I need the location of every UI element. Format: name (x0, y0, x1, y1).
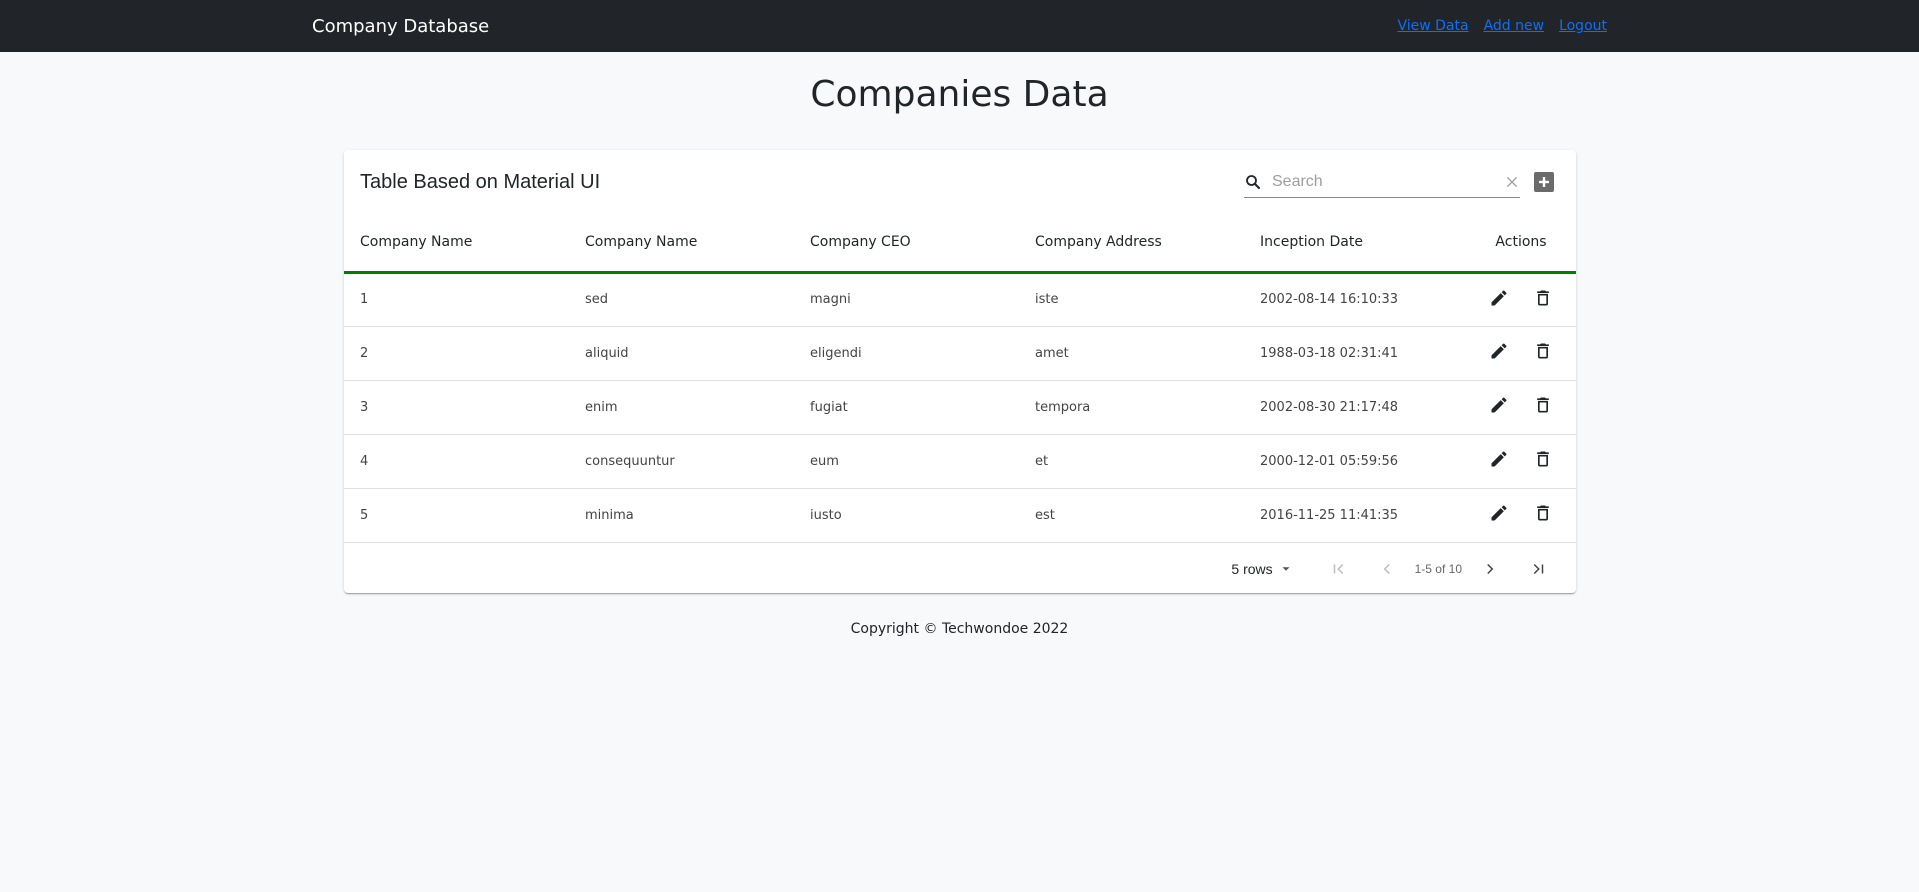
cell-company-ceo: iusto (794, 488, 1019, 543)
row-actions (1466, 488, 1576, 543)
cell-company-name: aliquid (569, 326, 794, 381)
table-header-row: Company Name Company Name Company CEO Co… (344, 214, 1576, 274)
caret-down-icon (1279, 562, 1293, 576)
chevron-right-icon[interactable] (1466, 560, 1514, 578)
header-company-name[interactable]: Company Name (344, 214, 569, 274)
table-body: 1 sed magni iste 2002-08-14 16:10:33 2 aliquid… (344, 272, 1576, 543)
cell-company-address: est (1019, 488, 1244, 543)
table-title: Table Based on Material UI (360, 170, 601, 193)
pencil-icon[interactable] (1489, 449, 1509, 469)
action-icons (1489, 288, 1553, 308)
search-icon (1244, 173, 1262, 191)
header-company-ceo[interactable]: Company CEO (794, 214, 1019, 274)
header-company-name-2[interactable]: Company Name (569, 214, 794, 274)
table-card: Table Based on Material UI Company Name … (344, 150, 1576, 593)
trash-icon[interactable] (1533, 341, 1553, 361)
cell-company-address: iste (1019, 272, 1244, 327)
row-actions (1466, 272, 1576, 327)
cell-company-ceo: eum (794, 434, 1019, 489)
cell-company-ceo: magni (794, 272, 1019, 327)
cell-company-address: amet (1019, 326, 1244, 381)
trash-icon[interactable] (1533, 288, 1553, 308)
chevron-left-icon[interactable] (1363, 560, 1411, 578)
pencil-icon[interactable] (1489, 341, 1509, 361)
search-input[interactable] (1270, 171, 1496, 192)
cell-company-name: minima (569, 488, 794, 543)
nav-links: View Data Add new Logout (1397, 18, 1607, 34)
cell-inception-date: 2002-08-14 16:10:33 (1244, 272, 1466, 327)
cell-inception-date: 1988-03-18 02:31:41 (1244, 326, 1466, 381)
footer-copyright: Copyright © Techwondoe 2022 (850, 621, 1069, 637)
table-row: 4 consequuntur eum et 2000-12-01 05:59:56 (344, 434, 1576, 489)
action-icons (1489, 395, 1553, 415)
table-row: 2 aliquid eligendi amet 1988-03-18 02:31:41 (344, 326, 1576, 381)
table-row: 3 enim fugiat tempora 2002-08-30 21:17:48 (344, 380, 1576, 435)
navbar: Company Database View Data Add new Logou… (0, 0, 1919, 52)
pagination: 5 rows 1-5 of 10 (344, 543, 1576, 596)
cell-inception-date: 2000-12-01 05:59:56 (1244, 434, 1466, 489)
cell-inception-date: 2016-11-25 11:41:35 (1244, 488, 1466, 543)
action-icons (1489, 503, 1553, 523)
action-icons (1489, 449, 1553, 469)
nav-link-view-data[interactable]: View Data (1397, 18, 1468, 34)
cell-company-name: sed (569, 272, 794, 327)
add-box-icon[interactable] (1534, 172, 1554, 192)
row-actions (1466, 326, 1576, 381)
close-icon[interactable] (1504, 174, 1520, 190)
cell-company-name: enim (569, 380, 794, 435)
rows-per-page-value: 5 rows (1231, 561, 1273, 577)
cell-company-ceo: fugiat (794, 380, 1019, 435)
action-icons (1489, 341, 1553, 361)
table-toolbar: Table Based on Material UI (344, 150, 1576, 214)
header-company-address[interactable]: Company Address (1019, 214, 1244, 274)
cell-company-ceo: eligendi (794, 326, 1019, 381)
header-inception-date[interactable]: Inception Date (1244, 214, 1466, 274)
cell-id: 5 (344, 488, 569, 543)
brand-title[interactable]: Company Database (312, 16, 489, 37)
header-actions: Actions (1466, 214, 1576, 274)
cell-inception-date: 2002-08-30 21:17:48 (1244, 380, 1466, 435)
nav-link-add-new[interactable]: Add new (1484, 18, 1545, 34)
trash-icon[interactable] (1533, 449, 1553, 469)
nav-link-logout[interactable]: Logout (1559, 18, 1607, 34)
cell-company-name: consequuntur (569, 434, 794, 489)
table-row: 1 sed magni iste 2002-08-14 16:10:33 (344, 272, 1576, 327)
pencil-icon[interactable] (1489, 395, 1509, 415)
companies-table: Company Name Company Name Company CEO Co… (344, 214, 1576, 543)
trash-icon[interactable] (1533, 503, 1553, 523)
row-actions (1466, 434, 1576, 489)
search-field (1244, 166, 1520, 198)
page-title: Companies Data (810, 74, 1109, 115)
page-range: 1-5 of 10 (1414, 562, 1462, 576)
cell-company-address: et (1019, 434, 1244, 489)
cell-id: 3 (344, 380, 569, 435)
row-actions (1466, 380, 1576, 435)
toolbar-actions (1244, 166, 1554, 198)
cell-id: 4 (344, 434, 569, 489)
last-page-icon[interactable] (1514, 560, 1562, 578)
cell-company-address: tempora (1019, 380, 1244, 435)
pencil-icon[interactable] (1489, 503, 1509, 523)
rows-per-page-select[interactable]: 5 rows (1231, 561, 1292, 577)
table-row: 5 minima iusto est 2016-11-25 11:41:35 (344, 488, 1576, 543)
pencil-icon[interactable] (1489, 288, 1509, 308)
cell-id: 2 (344, 326, 569, 381)
first-page-icon[interactable] (1315, 560, 1363, 578)
trash-icon[interactable] (1533, 395, 1553, 415)
cell-id: 1 (344, 272, 569, 327)
